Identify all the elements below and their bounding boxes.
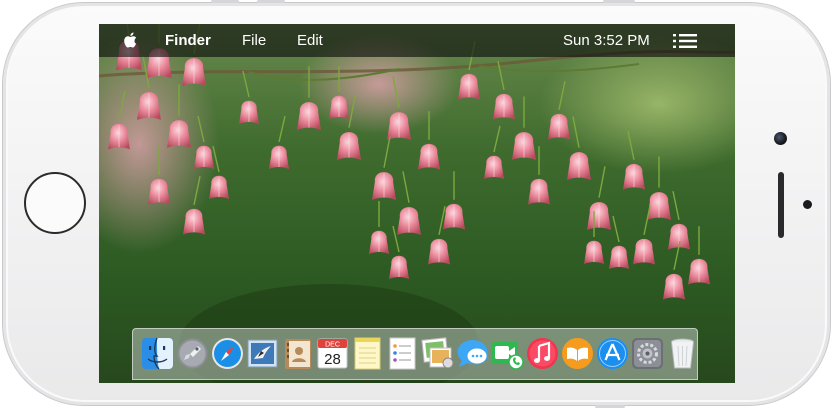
front-camera xyxy=(774,132,787,145)
dock: DEC 28 xyxy=(132,328,698,380)
power-button xyxy=(603,0,635,3)
menu-edit[interactable]: Edit xyxy=(297,32,323,49)
mail-icon[interactable] xyxy=(246,337,279,370)
itunes-icon[interactable] xyxy=(526,337,559,370)
apple-logo-icon[interactable] xyxy=(123,31,139,49)
notification-list-icon[interactable] xyxy=(672,32,698,50)
reminders-icon[interactable] xyxy=(386,337,419,370)
contacts-icon[interactable] xyxy=(281,337,314,370)
photo-booth-icon[interactable] xyxy=(421,337,454,370)
safari-icon[interactable] xyxy=(211,337,244,370)
mute-switch xyxy=(595,405,625,408)
proximity-sensor xyxy=(803,200,812,209)
calendar-month-label: DEC xyxy=(325,341,340,348)
ibooks-icon[interactable] xyxy=(561,337,594,370)
system-preferences-icon[interactable] xyxy=(631,337,664,370)
calendar-day-label: 28 xyxy=(324,351,341,368)
trash-icon[interactable] xyxy=(666,337,699,370)
screen: Finder File Edit Sun 3:52 PM DEC 28 xyxy=(99,24,735,383)
launchpad-icon[interactable] xyxy=(176,337,209,370)
notes-icon[interactable] xyxy=(351,337,384,370)
home-button[interactable] xyxy=(24,172,86,234)
menu-bar: Finder File Edit Sun 3:52 PM xyxy=(99,24,735,57)
menu-file[interactable]: File xyxy=(242,32,266,49)
volume-down-button xyxy=(257,0,285,3)
messages-icon[interactable] xyxy=(456,337,489,370)
menu-app-name[interactable]: Finder xyxy=(165,32,211,49)
facetime-icon[interactable] xyxy=(491,337,524,370)
calendar-icon[interactable]: DEC 28 xyxy=(316,337,349,370)
app-store-icon[interactable] xyxy=(596,337,629,370)
finder-icon[interactable] xyxy=(141,337,174,370)
menu-clock: Sun 3:52 PM xyxy=(563,32,650,49)
earpiece-speaker xyxy=(778,172,784,238)
volume-up-button xyxy=(211,0,239,3)
